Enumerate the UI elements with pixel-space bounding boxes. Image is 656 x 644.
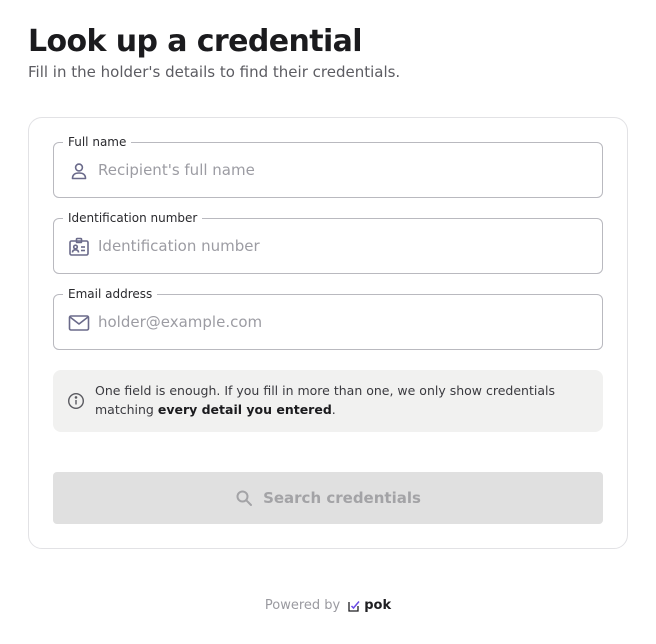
page-title: Look up a credential bbox=[28, 24, 363, 59]
email-input[interactable] bbox=[98, 307, 588, 337]
search-icon bbox=[235, 489, 253, 507]
mail-icon bbox=[68, 312, 90, 334]
info-text-emphasis: every detail you entered bbox=[157, 402, 332, 417]
id-number-field[interactable]: Identification number bbox=[53, 210, 603, 274]
lookup-form-card: Full name Identification number Email ad… bbox=[28, 117, 628, 549]
id-card-icon bbox=[68, 236, 90, 258]
info-text: One field is enough. If you fill in more… bbox=[95, 383, 555, 417]
id-number-label: Identification number bbox=[63, 210, 203, 226]
email-label: Email address bbox=[63, 286, 158, 302]
info-notice: One field is enough. If you fill in more… bbox=[53, 370, 603, 432]
person-icon bbox=[68, 160, 90, 182]
powered-by-text: Powered by bbox=[264, 598, 341, 613]
full-name-input[interactable] bbox=[98, 155, 588, 185]
page-subtitle: Fill in the holder's details to find the… bbox=[28, 63, 401, 81]
search-button-label: Search credentials bbox=[263, 489, 421, 507]
search-credentials-button[interactable]: Search credentials bbox=[53, 472, 603, 524]
footer: Powered by pok bbox=[0, 598, 656, 613]
full-name-field[interactable]: Full name bbox=[53, 134, 603, 198]
info-icon bbox=[67, 392, 85, 410]
pok-logo-icon bbox=[348, 600, 360, 612]
brand-name: pok bbox=[364, 598, 392, 613]
brand-link[interactable]: pok bbox=[348, 598, 391, 613]
full-name-label: Full name bbox=[63, 134, 132, 150]
id-number-input[interactable] bbox=[98, 231, 588, 261]
email-field[interactable]: Email address bbox=[53, 286, 603, 350]
